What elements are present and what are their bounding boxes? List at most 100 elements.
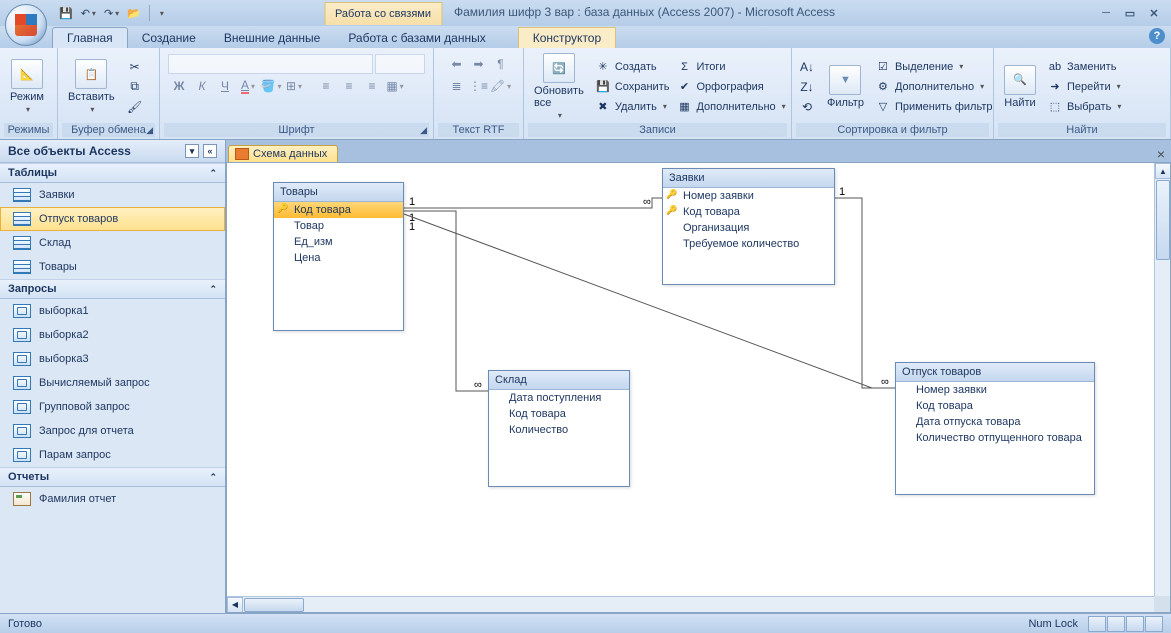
nav-item[interactable]: Фамилия отчет bbox=[0, 487, 225, 511]
table-field[interactable] bbox=[489, 454, 629, 470]
toggle-filter-button[interactable]: ▽Применить фильтр bbox=[873, 98, 995, 116]
table-field[interactable]: Код товара bbox=[663, 204, 834, 220]
sort-desc-icon[interactable]: Z↓ bbox=[796, 77, 818, 97]
restore-button[interactable]: ▭ bbox=[1121, 5, 1139, 21]
view-btn-2[interactable] bbox=[1107, 616, 1125, 632]
table-товары[interactable]: ТоварыКод товараТоварЕд_измЦена bbox=[273, 182, 404, 331]
bold-icon[interactable]: Ж bbox=[168, 76, 190, 96]
advanced-filter-button[interactable]: ⚙Дополнительно▾ bbox=[873, 78, 995, 96]
nav-item[interactable]: выборка3 bbox=[0, 347, 225, 371]
table-отпуск-товаров[interactable]: Отпуск товаровНомер заявкиКод товараДата… bbox=[895, 362, 1095, 495]
copy-icon[interactable]: ⧉ bbox=[124, 77, 146, 97]
new-record-button[interactable]: ✳Создать bbox=[593, 58, 672, 76]
scroll-thumb[interactable] bbox=[1156, 180, 1170, 260]
font-color-icon[interactable]: A▾ bbox=[237, 76, 259, 96]
paste-button[interactable]: 📋Вставить▾ bbox=[62, 57, 121, 116]
clear-sort-icon[interactable]: ⟲ bbox=[796, 97, 818, 117]
open-icon[interactable]: 📂 bbox=[124, 5, 144, 22]
undo-icon[interactable]: ↶▾ bbox=[78, 5, 99, 22]
cut-icon[interactable]: ✂ bbox=[124, 57, 146, 77]
nav-item[interactable]: Запрос для отчета bbox=[0, 419, 225, 443]
refresh-button[interactable]: 🔄Обновить все▾ bbox=[528, 51, 590, 122]
align-left-icon[interactable]: ≡ bbox=[315, 76, 337, 96]
nav-group-tables[interactable]: Таблицы⌃ bbox=[0, 163, 225, 183]
totals-button[interactable]: ΣИтоги bbox=[674, 58, 787, 76]
underline-icon[interactable]: Ч bbox=[214, 76, 236, 96]
table-field[interactable]: Требуемое количество bbox=[663, 236, 834, 252]
table-field[interactable]: Ед_изм bbox=[274, 234, 403, 250]
scroll-thumb[interactable] bbox=[244, 598, 304, 612]
ltr-icon[interactable]: ¶ bbox=[490, 54, 512, 74]
help-icon[interactable]: ? bbox=[1149, 28, 1165, 44]
save-record-button[interactable]: 💾Сохранить bbox=[593, 78, 672, 96]
qat-customize-icon[interactable]: ▾ bbox=[155, 7, 167, 20]
table-field[interactable] bbox=[896, 478, 1094, 494]
nav-item[interactable]: Групповой запрос bbox=[0, 395, 225, 419]
nav-pane-title[interactable]: Все объекты Access ▾ « bbox=[0, 140, 225, 163]
vertical-scrollbar[interactable]: ▲ bbox=[1154, 163, 1170, 596]
table-field[interactable] bbox=[489, 470, 629, 486]
table-field[interactable]: Код товара bbox=[274, 202, 403, 218]
tab-home[interactable]: Главная bbox=[52, 27, 128, 48]
nav-item[interactable]: выборка2 bbox=[0, 323, 225, 347]
view-button[interactable]: 📐Режим▾ bbox=[4, 57, 50, 116]
table-field[interactable]: Товар bbox=[274, 218, 403, 234]
nav-dropdown-icon[interactable]: ▾ bbox=[185, 144, 199, 158]
table-field[interactable]: Номер заявки bbox=[663, 188, 834, 204]
indent-dec-icon[interactable]: ⬅ bbox=[446, 54, 468, 74]
fill-color-icon[interactable]: 🪣▾ bbox=[260, 76, 282, 96]
table-field[interactable] bbox=[896, 446, 1094, 462]
more-button[interactable]: ▦Дополнительно▾ bbox=[674, 98, 787, 116]
table-title[interactable]: Товары bbox=[274, 183, 403, 202]
table-склад[interactable]: СкладДата поступленияКод товараКоличеств… bbox=[488, 370, 630, 487]
table-field[interactable]: Дата поступления bbox=[489, 390, 629, 406]
tab-designer[interactable]: Конструктор bbox=[518, 27, 616, 48]
view-btn-4[interactable] bbox=[1145, 616, 1163, 632]
tab-dbtools[interactable]: Работа с базами данных bbox=[334, 28, 499, 48]
nav-group-reports[interactable]: Отчеты⌃ bbox=[0, 467, 225, 487]
table-заявки[interactable]: ЗаявкиНомер заявкиКод товараОрганизацияТ… bbox=[662, 168, 835, 285]
table-field[interactable] bbox=[274, 282, 403, 298]
doc-tab-relationships[interactable]: Схема данных bbox=[228, 145, 338, 162]
nav-collapse-icon[interactable]: « bbox=[203, 144, 217, 158]
view-btn-3[interactable] bbox=[1126, 616, 1144, 632]
sort-asc-icon[interactable]: A↓ bbox=[796, 57, 818, 77]
alt-row-icon[interactable]: ▦▾ bbox=[384, 76, 406, 96]
table-field[interactable]: Количество отпущенного товара bbox=[896, 430, 1094, 446]
goto-button[interactable]: ➜Перейти▾ bbox=[1045, 78, 1123, 96]
table-field[interactable] bbox=[489, 438, 629, 454]
table-field[interactable] bbox=[274, 298, 403, 314]
table-field[interactable]: Количество bbox=[489, 422, 629, 438]
nav-item[interactable]: Вычисляемый запрос bbox=[0, 371, 225, 395]
gridlines-icon[interactable]: ⊞▾ bbox=[283, 76, 305, 96]
save-icon[interactable]: 💾 bbox=[56, 5, 76, 22]
table-title[interactable]: Склад bbox=[489, 371, 629, 390]
table-field[interactable]: Цена bbox=[274, 250, 403, 266]
table-field[interactable]: Номер заявки bbox=[896, 382, 1094, 398]
italic-icon[interactable]: К bbox=[191, 76, 213, 96]
format-painter-icon[interactable]: 🖌 bbox=[124, 97, 146, 117]
minimize-button[interactable]: ─ bbox=[1097, 5, 1115, 21]
delete-record-button[interactable]: ✖Удалить▾ bbox=[593, 98, 672, 116]
indent-inc-icon[interactable]: ➡ bbox=[468, 54, 490, 74]
table-field[interactable] bbox=[663, 252, 834, 268]
align-right-icon[interactable]: ≡ bbox=[361, 76, 383, 96]
table-field[interactable]: Дата отпуска товара bbox=[896, 414, 1094, 430]
nav-item[interactable]: Товары bbox=[0, 255, 225, 279]
filter-button[interactable]: ▼Фильтр bbox=[821, 63, 870, 111]
table-title[interactable]: Заявки bbox=[663, 169, 834, 188]
table-field[interactable]: Код товара bbox=[489, 406, 629, 422]
nav-item[interactable]: Отпуск товаров bbox=[0, 207, 225, 231]
tab-external[interactable]: Внешние данные bbox=[210, 28, 335, 48]
align-center-icon[interactable]: ≡ bbox=[338, 76, 360, 96]
nav-item[interactable]: Парам запрос bbox=[0, 443, 225, 467]
close-document-button[interactable]: × bbox=[1151, 146, 1171, 162]
scroll-left-icon[interactable]: ◀ bbox=[227, 597, 243, 613]
highlight-icon[interactable]: 🖍▾ bbox=[490, 76, 512, 96]
select-button[interactable]: ⬚Выбрать▾ bbox=[1045, 98, 1123, 116]
nav-item[interactable]: выборка1 bbox=[0, 299, 225, 323]
office-button[interactable] bbox=[5, 4, 47, 46]
replace-button[interactable]: abЗаменить bbox=[1045, 58, 1123, 76]
tab-create[interactable]: Создание bbox=[128, 28, 210, 48]
nav-item[interactable]: Склад bbox=[0, 231, 225, 255]
